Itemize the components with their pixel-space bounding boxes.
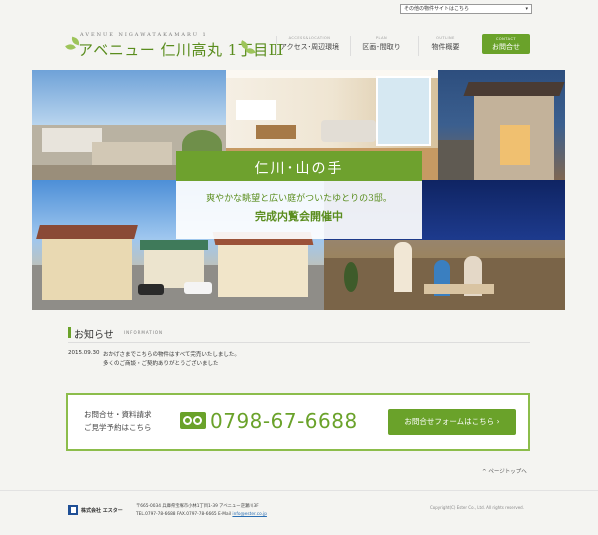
address-line: 〒665-0034 兵庫県宝塚市小林1丁目1-39 アベニュー逆瀬川3F: [136, 504, 259, 509]
nav-outline-sub: OUTLINE: [436, 36, 455, 40]
page: その他の物件サイトはこちら ▾ AVENUE NIGAWATAKAMARU 1 …: [0, 0, 598, 535]
nav-outline[interactable]: OUTLINE 物件概要: [418, 36, 472, 56]
page-top-label: ページトップへ: [488, 469, 527, 475]
phone-number[interactable]: 0798-67-6688: [210, 409, 358, 433]
nav-plan-label: 区画･間取り: [362, 43, 401, 51]
nav-access-label: アクセス･周辺環境: [279, 43, 340, 51]
contact-form-button-label: お問合せフォームはこちら: [404, 417, 495, 426]
nav-access-sub: ACCESS&LOCATION: [288, 36, 331, 40]
arrow-right-icon: ›: [496, 417, 500, 426]
news-divider: [68, 342, 530, 343]
company-address: 〒665-0034 兵庫県宝塚市小林1丁目1-39 アベニュー逆瀬川3F TEL…: [136, 503, 267, 519]
page-top-link[interactable]: ^ ページトップへ: [482, 467, 527, 475]
news-heading-bar: [68, 327, 71, 338]
tel-fax-line: TEL.0797-78-6688 FAX.0797-78-6665 E-Mail…: [136, 511, 267, 519]
contact-box-line1: お問合せ・資料請求: [84, 410, 152, 419]
hero-event: 完成内覧会開催中: [255, 210, 343, 223]
news-text-line1: おかげさまでこちらの物件はすべて完売いたしました。: [103, 352, 240, 358]
news-date: 2015.09.30: [68, 350, 100, 356]
nav-plan-sub: PLAN: [375, 36, 388, 40]
company-name: 株式会社 エスター: [81, 508, 123, 514]
footer-divider: [0, 490, 598, 491]
nav-contact-label: お問合せ: [492, 43, 520, 51]
news-title: お知らせ: [74, 330, 114, 341]
hero-title: 仁川･山の手: [254, 161, 344, 177]
chevron-down-icon: ▾: [525, 6, 528, 12]
nav-outline-label: 物件概要: [431, 43, 460, 51]
hero-collage: 仁川･山の手 爽やかな眺望と広い庭がついたゆとりの3邸。 完成内覧会開催中: [32, 70, 565, 310]
logo-english: AVENUE NIGAWATAKAMARU 1: [80, 32, 208, 38]
news-title-en: INFORMATION: [124, 330, 164, 335]
freedial-icon: [180, 412, 206, 429]
hero-photo-house-night: [438, 70, 565, 180]
news-text-line2: 多くのご商談・ご契約ありがとうございました: [103, 361, 219, 367]
copyright: Copyright(C) Ester Co., Ltd. All rights …: [430, 505, 524, 510]
nav-plan[interactable]: PLAN 区画･間取り: [350, 36, 412, 56]
tel-fax: TEL.0797-78-6688 FAX.0797-78-6665: [136, 512, 217, 517]
hero-caption-panel: 仁川･山の手 爽やかな眺望と広い庭がついたゆとりの3邸。 完成内覧会開催中: [176, 151, 422, 239]
hero-tagline: 爽やかな眺望と広い庭がついたゆとりの3邸。: [206, 194, 392, 204]
email-label: E-Mail: [218, 512, 232, 517]
site-select-value: その他の物件サイトはこちら: [404, 6, 470, 12]
site-logo[interactable]: AVENUE NIGAWATAKAMARU 1 アベニュー 仁川高丸 1丁目Ⅲ: [65, 32, 283, 60]
contact-box: お問合せ・資料請求 ご見学予約はこちら 0798-67-6688 お問合せフォー…: [66, 393, 530, 451]
property-site-select[interactable]: その他の物件サイトはこちら ▾: [400, 4, 532, 14]
nav-contact-button[interactable]: CONTACT お問合せ: [482, 34, 530, 54]
contact-form-button[interactable]: お問合せフォームはこちら ›: [388, 409, 516, 435]
company-logo-icon: [68, 505, 78, 515]
contact-box-line2: ご見学予約はこちら: [84, 423, 152, 432]
email-link[interactable]: info@ester.co.jp: [232, 512, 267, 517]
nav-access[interactable]: ACCESS&LOCATION アクセス･周辺環境: [276, 36, 342, 56]
nav-contact-sub: CONTACT: [495, 37, 517, 41]
